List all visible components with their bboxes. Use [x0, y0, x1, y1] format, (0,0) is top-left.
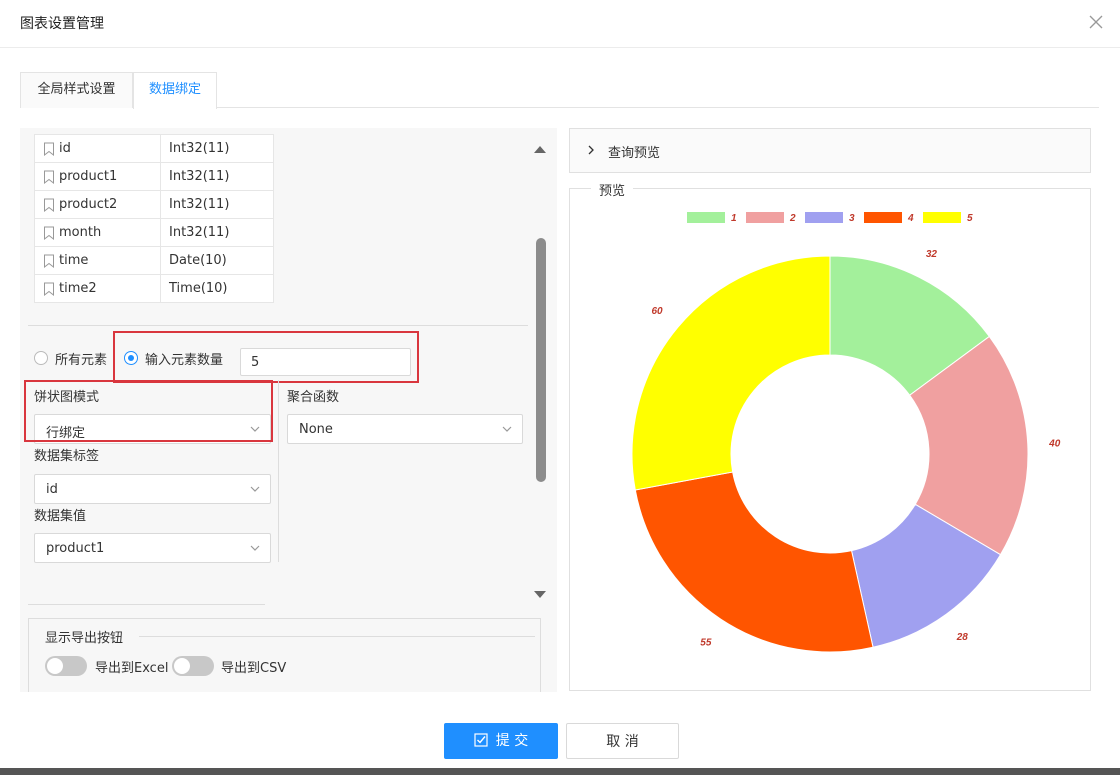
scroll-down-arrow[interactable] — [534, 591, 546, 598]
divider — [28, 604, 265, 605]
dataset-value-label: 数据集值 — [34, 509, 87, 524]
field-row[interactable]: month Int32(11) — [34, 218, 274, 247]
radio-all-elements[interactable] — [34, 351, 48, 365]
all-elements-label: 所有元素 — [55, 353, 108, 368]
background-strip — [0, 768, 1120, 775]
query-preview-collapsible[interactable]: 查询预览 — [569, 128, 1091, 173]
field-type: Int32(11) — [160, 190, 274, 219]
field-type: Int32(11) — [160, 218, 274, 247]
field-list-table: id Int32(11) product1 Int32(11) product2 Int3… — [34, 134, 274, 303]
legend-swatch[interactable] — [687, 212, 725, 223]
query-preview-label: 查询预览 — [608, 146, 661, 161]
close-icon[interactable] — [1086, 12, 1106, 32]
legend-label: 2 — [789, 213, 796, 224]
legend-label: 5 — [967, 213, 973, 224]
aggregate-select[interactable]: None — [287, 414, 523, 444]
dialog-title: 图表设置管理 — [20, 16, 104, 32]
export-settings-group: 显示导出按钮 导出到Excel 导出到CSV — [28, 618, 541, 692]
slice-value-label: 28 — [956, 632, 969, 643]
bookmark-icon — [44, 254, 54, 268]
divider — [28, 325, 528, 326]
bookmark-icon — [44, 142, 54, 156]
export-csv-toggle[interactable] — [172, 656, 214, 676]
dataset-label-value: id — [46, 482, 58, 497]
field-row[interactable]: product2 Int32(11) — [34, 190, 274, 219]
tab-bar: 全局样式设置 数据绑定 — [20, 72, 1099, 109]
field-type: Int32(11) — [160, 162, 274, 191]
field-name-cell: id — [34, 134, 161, 163]
aggregate-value: None — [299, 422, 333, 437]
aggregate-label: 聚合函数 — [287, 390, 340, 405]
field-name: product2 — [59, 197, 118, 212]
bookmark-icon — [44, 226, 54, 240]
dataset-label-label: 数据集标签 — [34, 449, 100, 464]
export-group-title: 显示导出按钮 — [45, 627, 134, 646]
export-excel-label: 导出到Excel — [95, 661, 169, 676]
input-count-label: 输入元素数量 — [145, 353, 224, 368]
field-name-cell: product1 — [34, 162, 161, 191]
tab-global-style[interactable]: 全局样式设置 — [20, 72, 133, 108]
divider — [139, 636, 535, 637]
pie-mode-select[interactable]: 行绑定 — [34, 414, 271, 444]
pie-mode-label: 饼状图模式 — [34, 390, 100, 405]
binding-settings-panel: id Int32(11) product1 Int32(11) product2 Int3… — [20, 128, 557, 692]
legend-swatch[interactable] — [864, 212, 902, 223]
field-name: time — [59, 253, 89, 268]
pie-slice[interactable] — [631, 255, 831, 491]
field-name-cell: time2 — [34, 274, 161, 303]
legend-swatch[interactable] — [805, 212, 843, 223]
scrollbar-thumb[interactable] — [536, 238, 546, 482]
chevron-down-icon — [502, 426, 512, 432]
radio-input-count[interactable] — [124, 351, 138, 365]
export-excel-toggle[interactable] — [45, 656, 87, 676]
dialog-header: 图表设置管理 — [0, 0, 1120, 48]
element-count-input[interactable] — [240, 348, 411, 376]
field-name: product1 — [59, 169, 118, 184]
slice-value-label: 40 — [1048, 438, 1061, 449]
legend-label: 3 — [849, 213, 855, 224]
legend-swatch[interactable] — [746, 212, 784, 223]
cancel-button[interactable]: 取 消 — [566, 723, 679, 759]
dataset-value-value: product1 — [46, 541, 105, 556]
field-type: Time(10) — [160, 274, 274, 303]
field-row[interactable]: time2 Time(10) — [34, 274, 274, 303]
chevron-down-icon — [250, 486, 260, 492]
bookmark-icon — [44, 282, 54, 296]
dataset-label-select[interactable]: id — [34, 474, 271, 504]
field-row[interactable]: time Date(10) — [34, 246, 274, 275]
submit-label: 提 交 — [495, 733, 529, 749]
tab-data-binding[interactable]: 数据绑定 — [133, 72, 217, 109]
bookmark-icon — [44, 170, 54, 184]
dataset-value-select[interactable]: product1 — [34, 533, 271, 563]
field-type: Date(10) — [160, 246, 274, 275]
export-csv-label: 导出到CSV — [221, 661, 287, 676]
pie-mode-value: 行绑定 — [46, 426, 86, 441]
field-type: Int32(11) — [160, 134, 274, 163]
pie-slice[interactable] — [634, 471, 874, 653]
field-name: id — [59, 141, 71, 156]
legend-label: 4 — [907, 213, 914, 224]
chevron-down-icon — [250, 545, 260, 551]
column-divider — [278, 380, 279, 562]
slice-value-label: 32 — [926, 249, 938, 260]
chevron-down-icon — [250, 426, 260, 432]
chart-preview-panel: 预览 1 2 3 4 5 32 40 28 55 60 — [569, 180, 1091, 691]
field-name: time2 — [59, 281, 97, 296]
field-row[interactable]: product1 Int32(11) — [34, 162, 274, 191]
bookmark-icon — [44, 198, 54, 212]
edit-check-icon — [474, 732, 488, 747]
legend-label: 1 — [731, 213, 737, 224]
slice-value-label: 55 — [700, 638, 712, 649]
legend-swatch[interactable] — [923, 212, 961, 223]
field-name-cell: month — [34, 218, 161, 247]
submit-button[interactable]: 提 交 — [444, 723, 558, 759]
donut-chart: 1 2 3 4 5 32 40 28 55 60 — [631, 212, 1061, 653]
field-row[interactable]: id Int32(11) — [34, 134, 274, 163]
field-name-cell: product2 — [34, 190, 161, 219]
chevron-right-icon — [588, 145, 594, 155]
slice-value-label: 60 — [651, 306, 663, 317]
field-name: month — [59, 225, 102, 240]
field-name-cell: time — [34, 246, 161, 275]
scroll-up-arrow[interactable] — [534, 146, 546, 153]
